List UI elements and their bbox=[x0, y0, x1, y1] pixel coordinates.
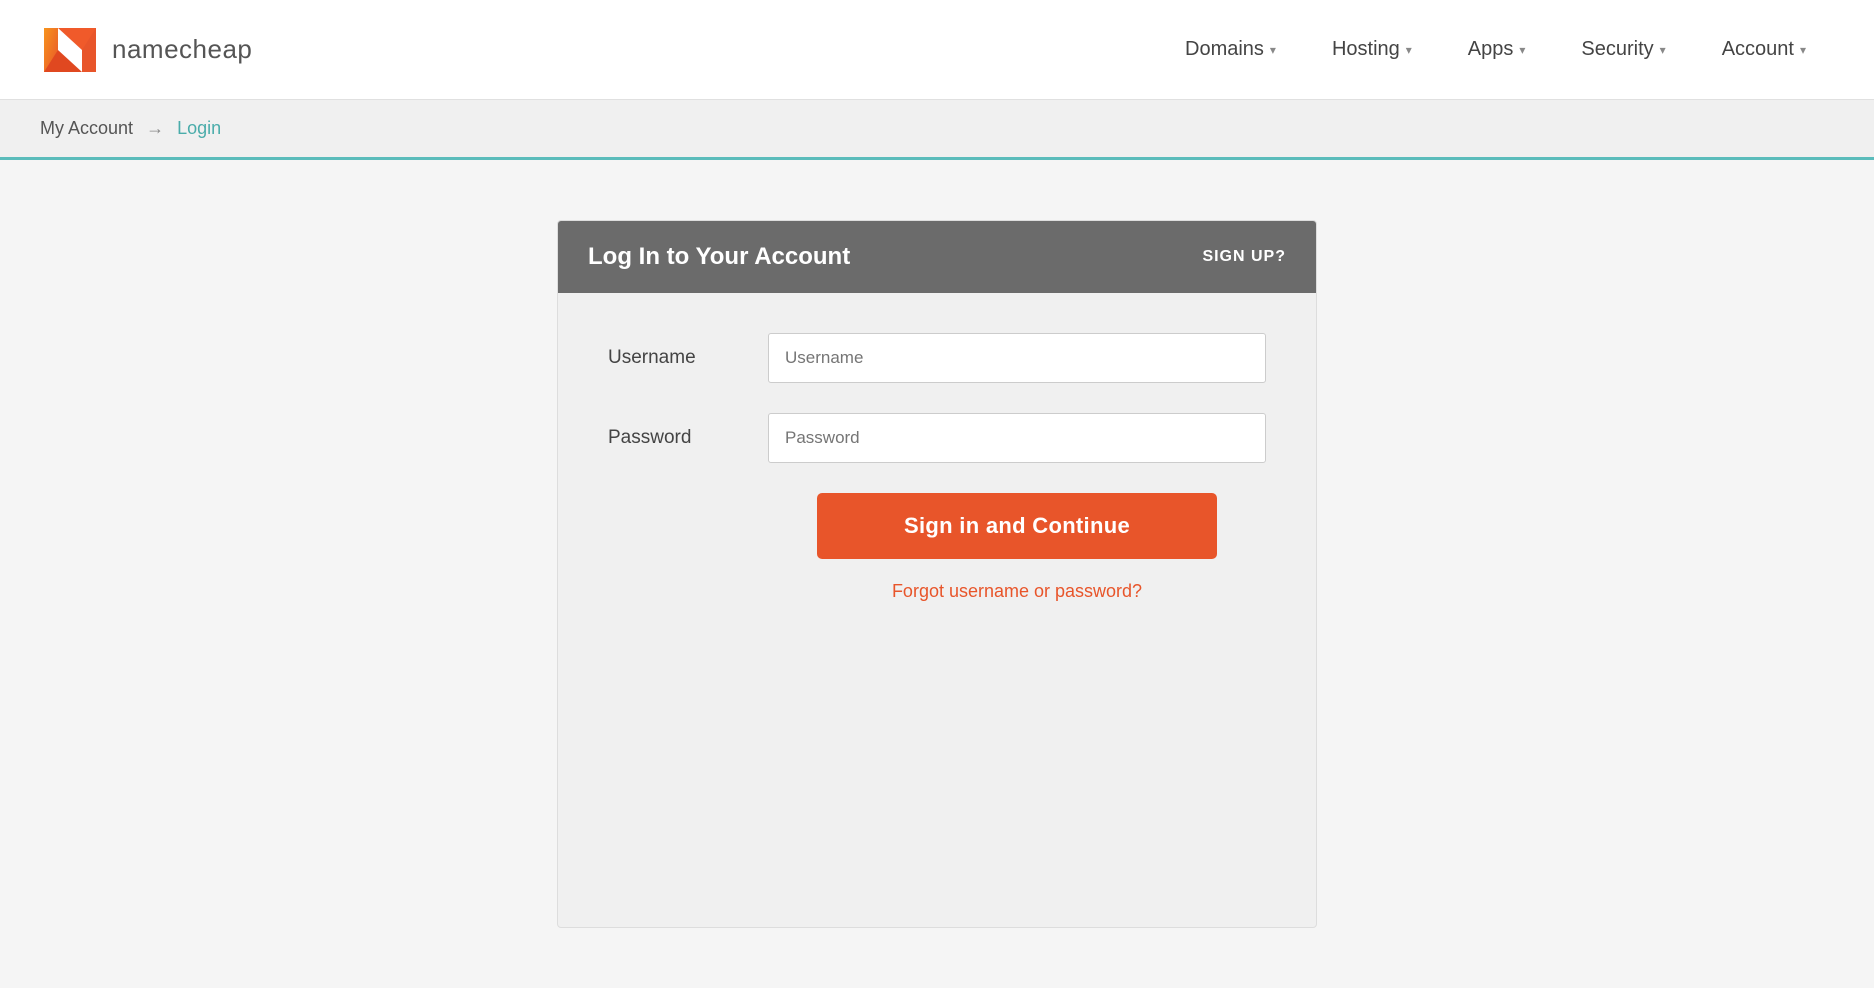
nav-label-account: Account bbox=[1722, 38, 1794, 61]
nav-label-hosting: Hosting bbox=[1332, 38, 1400, 61]
card-title: Log In to Your Account bbox=[588, 243, 850, 271]
breadcrumb: My Account → Login bbox=[40, 118, 1834, 139]
nav-item-apps[interactable]: Apps ▾ bbox=[1440, 28, 1554, 71]
main-content: Log In to Your Account SIGN UP? Username… bbox=[0, 160, 1874, 988]
logo-text: namecheap bbox=[112, 34, 252, 65]
nav-item-security[interactable]: Security ▾ bbox=[1553, 28, 1693, 71]
login-card: Log In to Your Account SIGN UP? Username… bbox=[557, 220, 1317, 928]
signin-button[interactable]: Sign in and Continue bbox=[817, 493, 1217, 559]
signup-link[interactable]: SIGN UP? bbox=[1202, 248, 1286, 266]
forgot-password-link[interactable]: Forgot username or password? bbox=[892, 581, 1142, 602]
nav-item-domains[interactable]: Domains ▾ bbox=[1157, 28, 1304, 71]
site-header: namecheap Domains ▾ Hosting ▾ Apps ▾ Sec… bbox=[0, 0, 1874, 100]
username-row: Username bbox=[608, 333, 1266, 383]
breadcrumb-current[interactable]: Login bbox=[177, 118, 221, 138]
chevron-down-icon: ▾ bbox=[1800, 43, 1806, 57]
password-row: Password bbox=[608, 413, 1266, 463]
password-input[interactable] bbox=[768, 413, 1266, 463]
card-body: Username Password Sign in and Continue F… bbox=[558, 293, 1316, 662]
nav-label-security: Security bbox=[1581, 38, 1653, 61]
main-nav: Domains ▾ Hosting ▾ Apps ▾ Security ▾ Ac… bbox=[1157, 28, 1834, 71]
username-label: Username bbox=[608, 347, 768, 369]
breadcrumb-root: My Account bbox=[40, 118, 133, 138]
logo-area[interactable]: namecheap bbox=[40, 24, 252, 76]
password-label: Password bbox=[608, 427, 768, 449]
nav-label-apps: Apps bbox=[1468, 38, 1514, 61]
card-header: Log In to Your Account SIGN UP? bbox=[558, 221, 1316, 293]
chevron-down-icon: ▾ bbox=[1660, 43, 1666, 57]
breadcrumb-bar: My Account → Login bbox=[0, 100, 1874, 160]
chevron-down-icon: ▾ bbox=[1270, 43, 1276, 57]
chevron-down-icon: ▾ bbox=[1519, 43, 1525, 57]
username-input[interactable] bbox=[768, 333, 1266, 383]
breadcrumb-separator: → bbox=[146, 118, 164, 138]
button-container: Sign in and Continue Forgot username or … bbox=[768, 493, 1266, 602]
chevron-down-icon: ▾ bbox=[1406, 43, 1412, 57]
nav-item-hosting[interactable]: Hosting ▾ bbox=[1304, 28, 1440, 71]
nav-item-account[interactable]: Account ▾ bbox=[1694, 28, 1834, 71]
nav-label-domains: Domains bbox=[1185, 38, 1264, 61]
namecheap-logo-icon bbox=[40, 24, 100, 76]
